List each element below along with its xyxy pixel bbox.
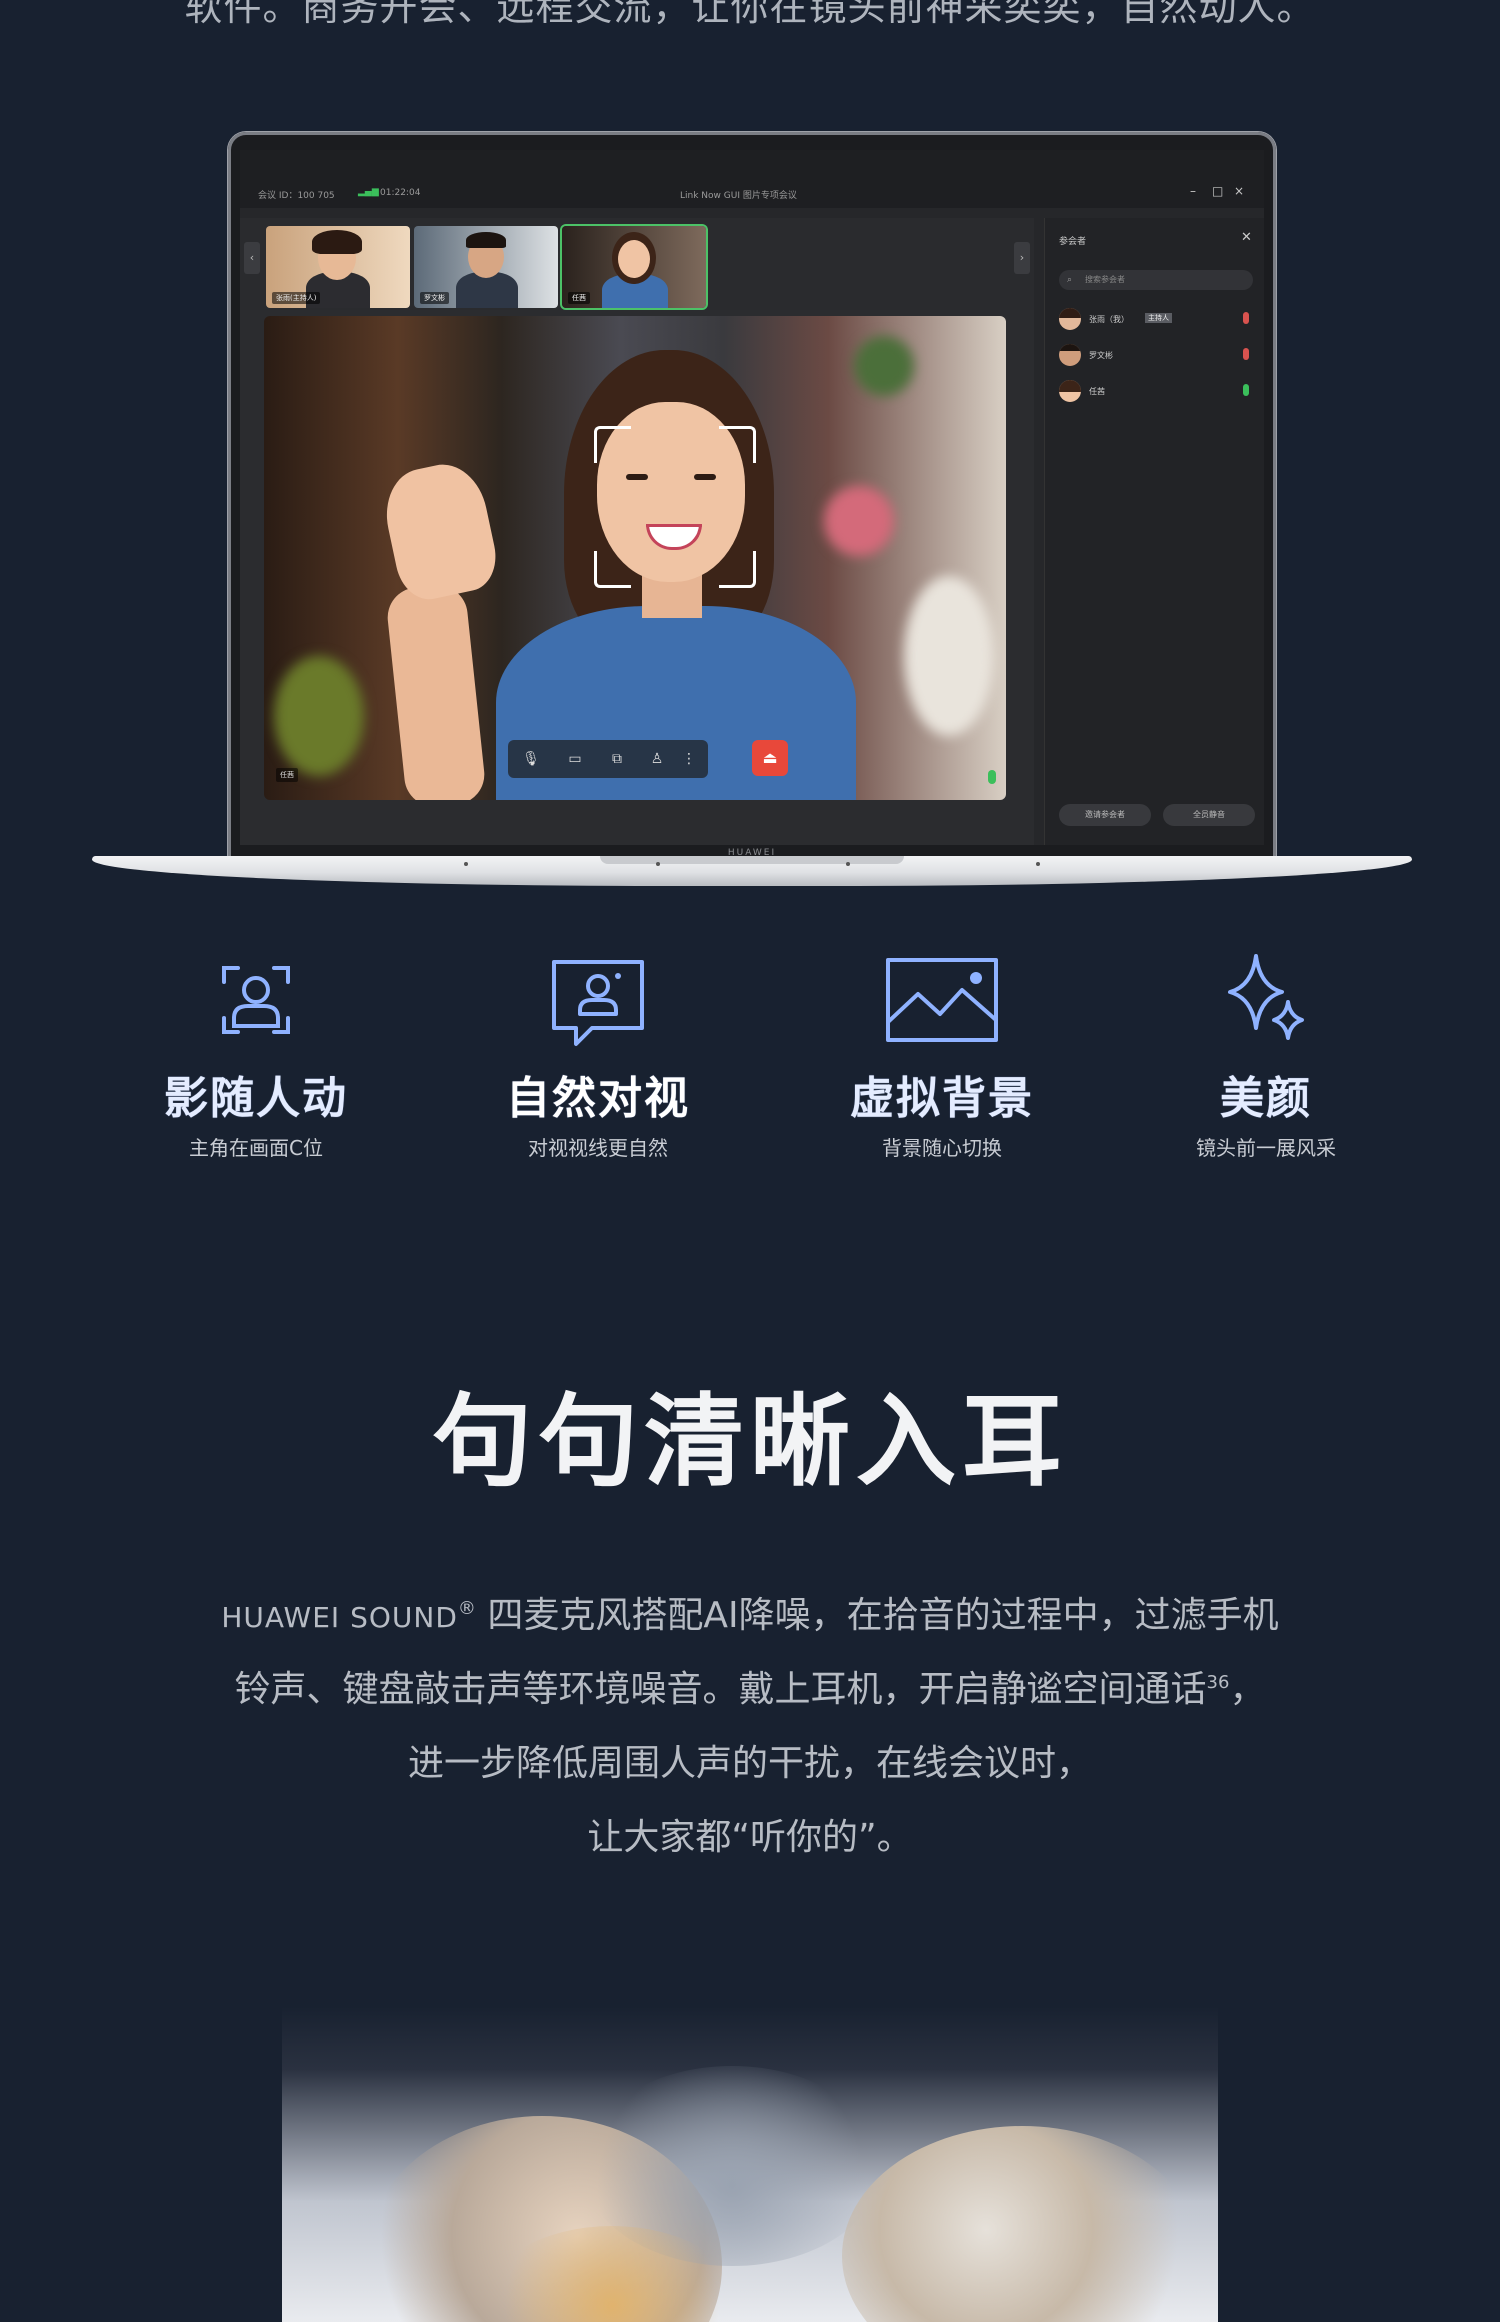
feature-subtitle: 背景随心切换 xyxy=(882,1136,1002,1160)
person-waving-hand xyxy=(377,457,503,605)
participants-icon[interactable]: ♙ xyxy=(648,750,666,768)
meeting-area: ‹ 张雨(主持人) 罗文彬 任茜 › 🎙 ▭ ⧉ ♙ ⋮ ⏏ 任茜 xyxy=(240,218,1034,845)
intro-text: 软件。商务开会、远程交流，让你在镜头前神采奕奕，自然动人。 xyxy=(184,0,1316,29)
thumbnail-label: 任茜 xyxy=(568,292,590,304)
sparkle-icon xyxy=(1228,954,1304,1040)
search-icon: ⌕ xyxy=(1067,275,1073,285)
main-video-label: 任茜 xyxy=(276,768,298,782)
signal-icon: ▂▄▆ xyxy=(358,187,379,197)
chevron-right-icon[interactable]: › xyxy=(1014,242,1030,274)
meeting-id: 会议 ID：100 705 xyxy=(258,191,335,201)
participant-row[interactable]: 任茜 xyxy=(1059,380,1255,408)
participant-search-input[interactable]: ⌕ 搜索参会者 xyxy=(1059,270,1253,290)
feature-person-tracking: 影随人动 主角在画面C位 xyxy=(126,950,386,1161)
face-tracking-frame xyxy=(594,426,756,588)
paragraph-text: ， xyxy=(1229,1669,1266,1710)
mic-on-icon[interactable] xyxy=(1243,384,1249,396)
footnote-ref[interactable]: 36 xyxy=(1207,1672,1230,1693)
participant-row[interactable]: 张雨（我） 主持人 xyxy=(1059,308,1255,336)
participant-name: 罗文彬 xyxy=(1089,351,1113,360)
meeting-duration: 01:22:04 xyxy=(380,188,421,198)
participant-thumbnail-active[interactable]: 任茜 xyxy=(562,226,706,308)
feature-title: 美颜 xyxy=(1220,1073,1312,1124)
more-icon[interactable]: ⋮ xyxy=(680,750,698,768)
search-placeholder: 搜索参会者 xyxy=(1085,275,1125,284)
thumbnail-strip: ‹ 张雨(主持人) 罗文彬 任茜 › xyxy=(240,218,1034,310)
paragraph-text: 四麦克风搭配AI降噪，在拾音的过程中，过滤手机 xyxy=(475,1595,1279,1636)
registered-mark: ® xyxy=(457,1598,476,1619)
section-paragraph-line: 铃声、键盘敲击声等环境噪音。戴上耳机，开启静谧空间通话36， xyxy=(0,1660,1500,1712)
mic-muted-icon[interactable] xyxy=(1243,348,1249,360)
feature-beauty: 美颜 镜头前一展风采 xyxy=(1136,950,1396,1161)
laptop-foot xyxy=(846,862,850,866)
avatar xyxy=(1059,344,1081,366)
chevron-left-icon[interactable]: ‹ xyxy=(244,242,260,274)
huawei-sound-brand: HUAWEI SOUND xyxy=(221,1601,458,1634)
feature-virtual-background: 虚拟背景 背景随心切换 xyxy=(812,950,1072,1161)
participant-name: 任茜 xyxy=(1089,387,1105,396)
mic-active-icon xyxy=(988,770,996,784)
panel-title: 参会者 xyxy=(1059,237,1087,247)
section-paragraph-line: 让大家都“听你的”。 xyxy=(587,1817,913,1858)
eye-contact-icon xyxy=(552,960,644,1046)
paragraph-text: 铃声、键盘敲击声等环境噪音。戴上耳机，开启静谧空间通话 xyxy=(234,1669,1207,1710)
feature-title: 虚拟背景 xyxy=(850,1073,1034,1124)
close-panel-icon[interactable]: ✕ xyxy=(1241,230,1252,245)
participant-thumbnail[interactable]: 张雨(主持人) xyxy=(266,226,410,308)
laptop-foot xyxy=(464,862,468,866)
thumbnail-label: 罗文彬 xyxy=(420,292,449,304)
feature-title: 自然对视 xyxy=(506,1073,690,1124)
laptop-display: 会议 ID：100 705 ▂▄▆ 01:22:04 Link Now GUI … xyxy=(240,150,1264,845)
call-control-bar: 🎙 ▭ ⧉ ♙ ⋮ xyxy=(508,740,708,778)
bottom-laptop-screen xyxy=(282,2006,1218,2322)
feature-eye-contact: 自然对视 对视视线更自然 xyxy=(468,950,728,1161)
feature-subtitle: 对视视线更自然 xyxy=(528,1136,668,1160)
close-icon[interactable]: × xyxy=(1234,184,1244,198)
participants-panel: 参会者 ✕ ⌕ 搜索参会者 张雨（我） 主持人 罗文彬 任茜 邀请参会者 全员静… xyxy=(1044,218,1264,845)
mic-muted-icon[interactable] xyxy=(1243,312,1249,324)
mute-all-button[interactable]: 全员静音 xyxy=(1163,804,1255,826)
feature-subtitle: 镜头前一展风采 xyxy=(1196,1136,1336,1160)
participant-row[interactable]: 罗文彬 xyxy=(1059,344,1255,372)
laptop-foot xyxy=(656,862,660,866)
thumbnail-label: 张雨(主持人) xyxy=(272,292,321,304)
avatar xyxy=(1059,308,1081,330)
end-call-button[interactable]: ⏏ xyxy=(752,740,788,776)
section-heading: 句句清晰入耳 xyxy=(432,1383,1068,1500)
meeting-title[interactable]: Link Now GUI 图片专项会议 xyxy=(680,188,797,201)
participant-name: 张雨（我） xyxy=(1089,315,1129,324)
section-paragraph-line: 进一步降低周围人声的干扰，在线会议时， xyxy=(407,1743,1092,1784)
maximize-icon[interactable]: □ xyxy=(1212,184,1223,198)
invite-button[interactable]: 邀请参会者 xyxy=(1059,804,1151,826)
avatar xyxy=(1059,380,1081,402)
camera-icon[interactable]: ▭ xyxy=(566,750,584,768)
app-titlebar: 会议 ID：100 705 ▂▄▆ 01:22:04 Link Now GUI … xyxy=(240,150,1264,208)
person-arm xyxy=(384,582,488,800)
microphone-icon[interactable]: 🎙 xyxy=(522,750,540,768)
person-track-icon xyxy=(222,966,290,1034)
virtual-background-icon xyxy=(886,958,998,1042)
share-screen-icon[interactable]: ⧉ xyxy=(608,750,626,768)
laptop-foot xyxy=(1036,862,1040,866)
participant-thumbnail[interactable]: 罗文彬 xyxy=(414,226,558,308)
feature-title: 影随人动 xyxy=(164,1073,348,1124)
laptop-hinge-notch xyxy=(600,856,904,864)
feature-subtitle: 主角在画面C位 xyxy=(189,1136,323,1160)
minimize-icon[interactable]: – xyxy=(1190,184,1196,198)
main-video[interactable]: 🎙 ▭ ⧉ ♙ ⋮ ⏏ 任茜 xyxy=(264,316,1006,800)
host-badge: 主持人 xyxy=(1145,313,1172,323)
section-paragraph-line: HUAWEI SOUND® 四麦克风搭配AI降噪，在拾音的过程中，过滤手机 xyxy=(0,1586,1500,1638)
